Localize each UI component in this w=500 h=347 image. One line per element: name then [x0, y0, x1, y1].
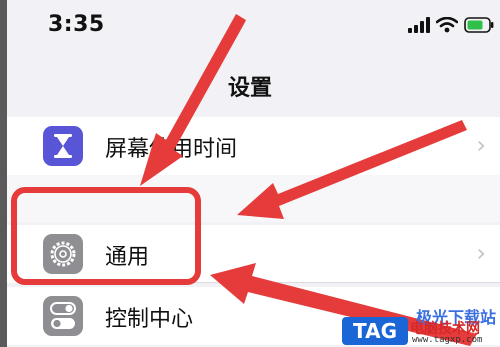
hourglass-icon	[43, 126, 83, 166]
status-icons	[408, 15, 494, 35]
watermark: 极光下载站 TAG 电脑技术网 www.tagxp.com	[342, 304, 500, 347]
iphone-settings-screen: 3:35 设置 屏幕使用时间 › 通用 › 控制中心 极光下载站 TAG 电脑技…	[0, 0, 500, 347]
settings-row-label: 控制中心	[105, 307, 194, 332]
watermark-url: www.tagxp.com	[412, 335, 483, 345]
toggles-icon	[43, 296, 83, 336]
wifi-icon	[436, 17, 458, 33]
page-title: 设置	[227, 76, 272, 101]
highlight-box	[11, 187, 201, 285]
signal-icon	[408, 17, 430, 33]
settings-row-screen-time[interactable]: 屏幕使用时间 ›	[7, 117, 500, 175]
status-time: 3:35	[48, 12, 105, 37]
chevron-right-icon: ›	[476, 239, 486, 267]
settings-row-label: 屏幕使用时间	[105, 137, 238, 162]
status-bar: 3:35	[0, 0, 500, 50]
watermark-tag-logo: TAG	[342, 317, 408, 345]
chevron-right-icon: ›	[476, 131, 486, 159]
left-edge-shadow	[0, 0, 7, 347]
battery-icon	[464, 17, 494, 33]
